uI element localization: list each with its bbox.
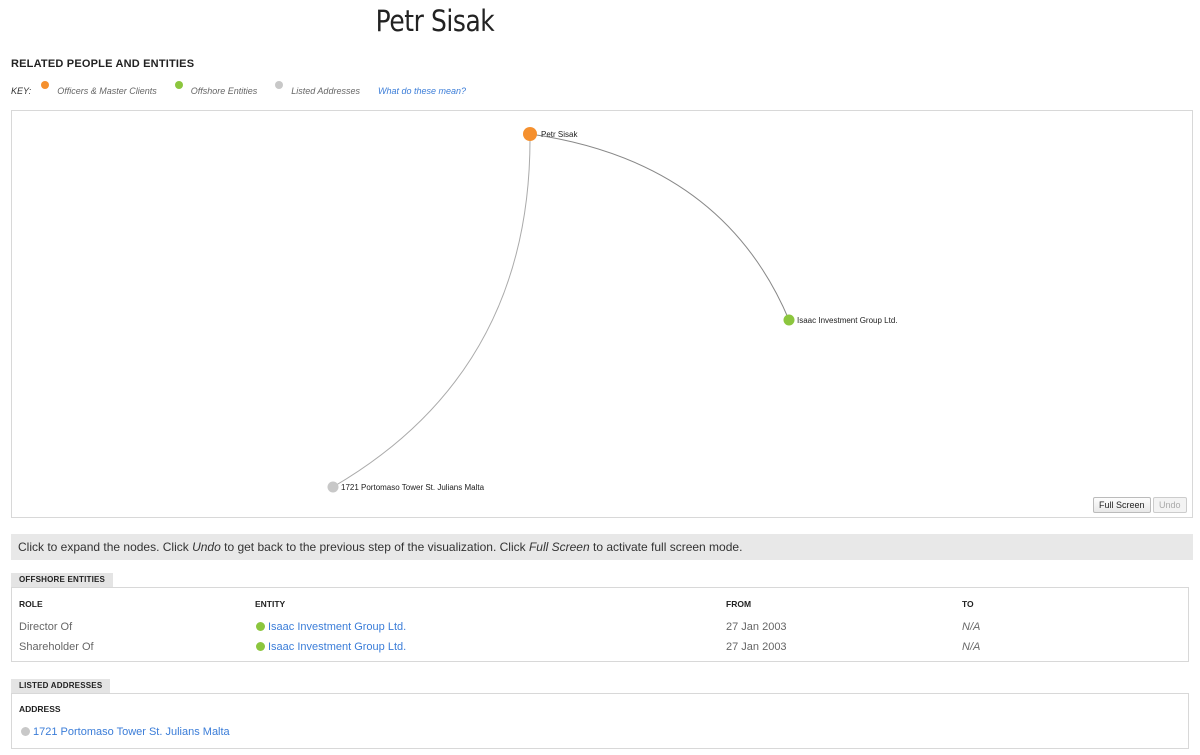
instructions-full-screen-word: Full Screen	[528, 540, 590, 554]
green-dot-icon	[174, 81, 183, 89]
offshore-entities-tab: OFFSHORE ENTITIES	[11, 573, 114, 587]
instructions-undo-word: Undo	[192, 540, 221, 554]
green-dot-icon	[256, 642, 265, 651]
address-row[interactable]: 1721 Portomaso Tower St. Julians Malta	[33, 726, 230, 738]
col-head-to: TO	[962, 599, 974, 609]
key-item-label: Offshore Entities	[190, 86, 258, 96]
address-row-link[interactable]: 1721 Portomaso Tower St. Julians Malta	[21, 726, 230, 738]
row2-entity-link[interactable]: Isaac Investment Group Ltd.	[256, 641, 406, 653]
row2-entity[interactable]: Isaac Investment Group Ltd.	[268, 641, 406, 653]
row1-from: 27 Jan 2003	[726, 621, 787, 633]
col-head-from: FROM	[726, 599, 752, 609]
full-screen-button[interactable]: Full Screen	[1093, 497, 1151, 513]
row2-from: 27 Jan 2003	[726, 641, 787, 653]
node-address[interactable]	[327, 481, 339, 493]
col-head-address: ADDRESS	[19, 704, 61, 714]
node-label-address: 1721 Portomaso Tower St. Julians Malta	[341, 483, 485, 492]
row2-role: Shareholder Of	[19, 641, 94, 653]
instructions-text: Click to expand the nodes. Click	[18, 540, 193, 554]
node-label-isaac-investment: Isaac Investment Group Ltd.	[797, 316, 898, 325]
page-title: Petr Sisak	[375, 4, 495, 38]
node-label-petr-sisak: Petr Sisak	[541, 130, 578, 139]
key-item-label: Listed Addresses	[291, 86, 360, 96]
row1-entity[interactable]: Isaac Investment Group Ltd.	[268, 621, 406, 633]
network-graph[interactable]: Petr Sisak Isaac Investment Group Ltd. 1…	[11, 110, 1193, 518]
key-item-officers: Officers & Master Clients	[41, 81, 157, 96]
row1-entity-link[interactable]: Isaac Investment Group Ltd.	[256, 621, 406, 633]
edge-petr-to-entity	[529, 133, 790, 321]
undo-button[interactable]: Undo	[1153, 497, 1187, 513]
listed-addresses-tab: LISTED ADDRESSES	[11, 679, 111, 693]
listed-addresses-table: ADDRESS 1721 Portomaso Tower St. Julians…	[11, 693, 1189, 749]
col-head-role: ROLE	[19, 599, 43, 609]
what-do-these-mean-link[interactable]: What do these mean?	[378, 86, 466, 96]
related-heading: RELATED PEOPLE AND ENTITIES	[11, 58, 195, 70]
edge-petr-to-address	[332, 133, 531, 488]
key-item-addresses: Listed Addresses	[275, 81, 360, 96]
gray-dot-icon	[21, 727, 30, 736]
network-graph-canvas[interactable]: Petr Sisak Isaac Investment Group Ltd. 1…	[12, 111, 1192, 517]
instructions-text: to activate full screen mode.	[589, 540, 743, 554]
key-item-entities: Offshore Entities	[174, 81, 258, 96]
key-item-label: Officers & Master Clients	[57, 86, 157, 96]
offshore-entities-table: ROLE ENTITY FROM TO Director Of Isaac In…	[11, 587, 1189, 662]
gray-dot-icon	[275, 81, 284, 89]
row1-role: Director Of	[19, 621, 73, 633]
row2-to: N/A	[962, 641, 981, 653]
row1-to: N/A	[962, 621, 981, 633]
graph-key: KEY: Officers & Master Clients Offshore …	[11, 81, 466, 96]
instructions-bar: Click to expand the nodes. Click Undo to…	[11, 534, 1193, 560]
green-dot-icon	[256, 622, 265, 631]
node-isaac-investment[interactable]	[783, 314, 795, 326]
col-head-entity: ENTITY	[255, 599, 286, 609]
orange-dot-icon	[41, 81, 50, 89]
node-petr-sisak[interactable]	[523, 127, 537, 141]
key-label: KEY:	[11, 86, 32, 96]
instructions-text: to get back to the previous step of the …	[220, 540, 529, 554]
